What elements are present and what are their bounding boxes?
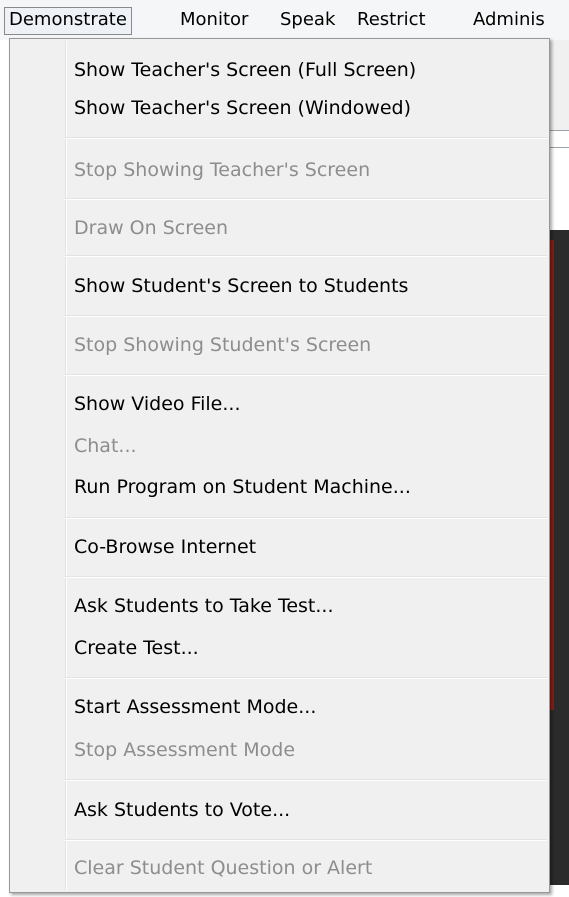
menu-item-clear-student-question[interactable]: Clear Student Question or Alert (74, 854, 372, 882)
menu-separator (65, 255, 547, 257)
menu-item-stop-assessment-mode[interactable]: Stop Assessment Mode (74, 736, 295, 764)
background-toolbar (548, 40, 569, 130)
menu-demonstrate[interactable]: Demonstrate (4, 7, 132, 35)
menu-separator (65, 517, 547, 519)
menu-item-show-student-screen[interactable]: Show Student's Screen to Students (74, 272, 408, 300)
menu-separator (65, 677, 547, 679)
menu-separator (65, 315, 547, 317)
background-red-accent (550, 240, 554, 710)
menu-item-stop-showing-student-screen[interactable]: Stop Showing Student's Screen (74, 331, 371, 359)
menu-item-run-program[interactable]: Run Program on Student Machine... (74, 473, 411, 501)
menu-item-draw-on-screen[interactable]: Draw On Screen (74, 214, 228, 242)
menu-item-chat[interactable]: Chat... (74, 432, 137, 460)
menu-separator (65, 839, 547, 841)
menu-item-show-video-file[interactable]: Show Video File... (74, 390, 241, 418)
menu-item-ask-students-to-vote[interactable]: Ask Students to Vote... (74, 796, 290, 824)
menu-item-show-teacher-screen-windowed[interactable]: Show Teacher's Screen (Windowed) (74, 94, 411, 122)
menu-item-co-browse-internet[interactable]: Co-Browse Internet (74, 533, 256, 561)
menu-bar: Demonstrate Monitor Speak Restrict Admin… (0, 0, 569, 40)
background-strip (548, 130, 569, 148)
menu-item-create-test[interactable]: Create Test... (74, 634, 199, 662)
menu-item-ask-students-take-test[interactable]: Ask Students to Take Test... (74, 592, 333, 620)
menu-administer[interactable]: Adminis (469, 7, 549, 33)
menu-item-start-assessment-mode[interactable]: Start Assessment Mode... (74, 693, 316, 721)
demonstrate-dropdown-menu: Show Teacher's Screen (Full Screen) Show… (9, 38, 550, 893)
background-window (548, 40, 569, 885)
menu-separator (65, 576, 547, 578)
menu-speak[interactable]: Speak (276, 7, 339, 33)
menu-icon-gutter (65, 41, 67, 890)
background-panel (548, 148, 569, 230)
menu-separator (65, 374, 547, 376)
menu-restrict[interactable]: Restrict (353, 7, 430, 33)
menu-monitor[interactable]: Monitor (176, 7, 252, 33)
menu-item-stop-showing-teacher-screen[interactable]: Stop Showing Teacher's Screen (74, 156, 370, 184)
menu-item-show-teacher-screen-full[interactable]: Show Teacher's Screen (Full Screen) (74, 56, 416, 84)
menu-separator (65, 779, 547, 781)
menu-separator (65, 137, 547, 139)
menu-separator (65, 198, 547, 200)
